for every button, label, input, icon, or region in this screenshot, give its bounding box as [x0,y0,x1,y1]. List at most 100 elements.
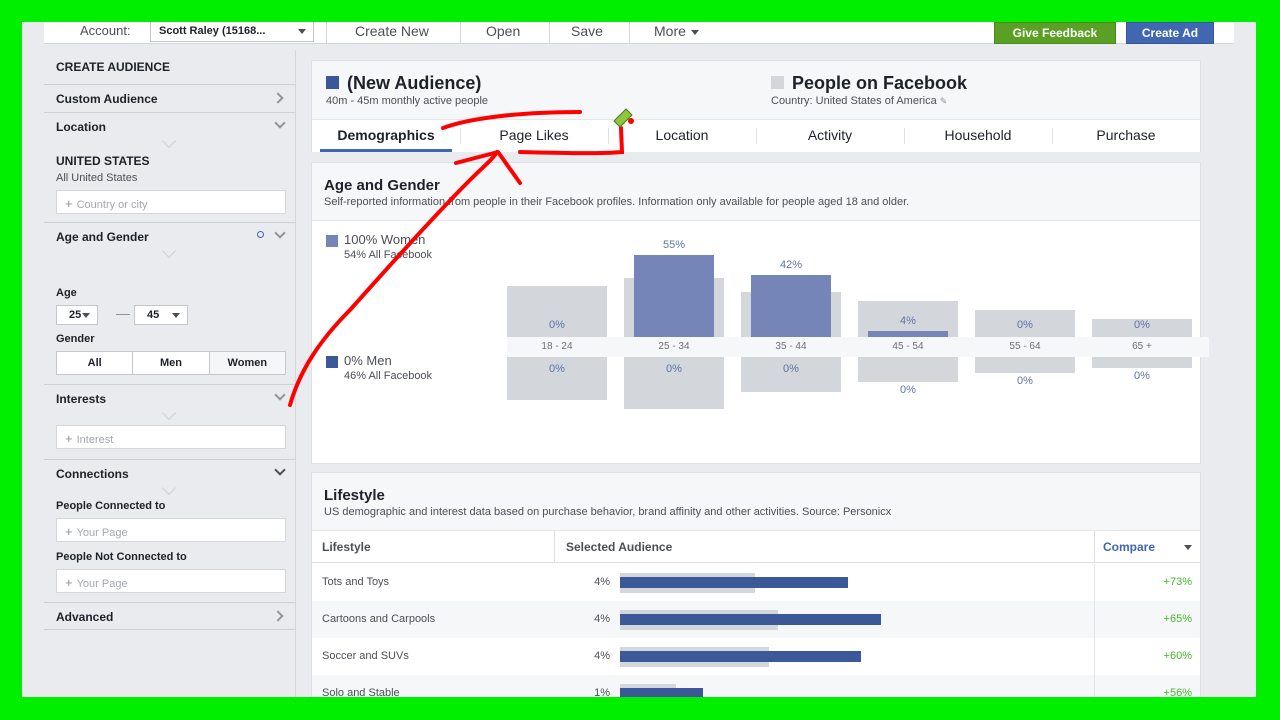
interests-section[interactable]: Interests [44,384,296,421]
divider [1094,531,1095,563]
women-percent-label: 0% [549,319,565,331]
tab-page-likes[interactable]: Page Likes [460,120,608,152]
tab-activity[interactable]: Activity [756,120,904,152]
age-range-label: 45 - 54 [892,341,924,352]
age-range-label: 25 - 34 [658,341,690,352]
compare-value: +60% [1163,650,1192,662]
lifestyle-table-header: Lifestyle Selected Audience Compare [312,531,1200,563]
women-percent-label: 0% [1134,319,1150,331]
section-label: Interests [56,392,107,406]
facebook-title-text: People on Facebook [792,73,968,93]
tab-location[interactable]: Location [608,120,756,152]
chevron-down-icon [298,29,306,34]
people-not-connected-input[interactable]: + Your Page [56,569,286,593]
audience-women-bar [751,275,831,337]
create-ad-button[interactable]: Create Ad [1126,22,1214,44]
open-button[interactable]: Open [486,23,520,39]
gender-label: Gender [56,333,95,345]
advanced-section[interactable]: Advanced [44,602,296,630]
section-label: Advanced [56,610,114,624]
women-percent-label: 0% [1017,319,1033,331]
men-percent-label: 0% [783,363,799,375]
age-gender-section[interactable]: Age and Gender [44,222,296,259]
tab-demographics[interactable]: Demographics [312,120,460,152]
lifestyle-name: Cartoons and Carpools [322,613,436,625]
age-min-select[interactable]: 25 [56,305,98,325]
divider [554,531,555,563]
people-not-connected-label: People Not Connected to [56,551,187,563]
facebook-country-text: Country: United States of America [771,95,937,107]
people-connected-input[interactable]: + Your Page [56,518,286,542]
card-title: Lifestyle [324,487,385,504]
men-percent-label: 0% [900,384,916,396]
plus-icon: + [65,431,73,446]
compare-dropdown[interactable]: Compare [1103,540,1155,554]
audience-title-text: (New Audience) [347,73,482,93]
plus-icon: + [65,524,73,539]
men-legend-swatch [326,356,338,368]
chevron-down-icon [274,464,286,476]
pencil-icon[interactable]: ✎ [940,96,948,106]
card-description: Self-reported information from people in… [324,196,910,208]
lifestyle-percent: 4% [594,613,610,625]
facebook-men-bar [975,357,1075,373]
women-legend-swatch [326,235,338,247]
compare-value: +56% [1163,687,1192,697]
facebook-men-bar [1092,357,1192,368]
give-feedback-button[interactable]: Give Feedback [994,22,1116,44]
age-range-dash [116,314,130,315]
account-select[interactable]: Scott Raley (15168... [150,22,314,42]
connections-section[interactable]: Connections [44,459,296,496]
audience-women-bar [634,255,714,337]
gender-all-button[interactable]: All [57,352,134,374]
men-percent-label: 0% [549,363,565,375]
gender-women-button[interactable]: Women [209,352,285,374]
lifestyle-percent: 4% [594,650,610,662]
gender-men-button[interactable]: Men [133,352,210,374]
top-toolbar: Account: Scott Raley (15168... Create Ne… [44,22,1234,44]
age-range-label: 55 - 64 [1009,341,1041,352]
lifestyle-name: Solo and Stable [322,687,400,697]
section-label: Connections [56,467,129,481]
chevron-down-icon[interactable] [1184,545,1192,550]
create-new-button[interactable]: Create New [355,23,429,39]
facebook-country: Country: United States of America ✎ [771,95,947,107]
audience-color-swatch [326,76,339,89]
tab-purchase[interactable]: Purchase [1052,120,1200,152]
chevron-down-icon [274,389,286,401]
women-percent-label: 42% [779,259,803,271]
chevron-right-icon [272,92,284,104]
account-value: Scott Raley (15168... [159,25,266,37]
women-legend-sub: 54% All Facebook [344,249,433,261]
plus-icon: + [65,196,73,211]
card-title: Age and Gender [324,177,440,194]
section-label: Custom Audience [56,92,158,106]
age-max-select[interactable]: 45 [134,305,188,325]
save-button[interactable]: Save [571,23,603,39]
location-country-sub: All United States [56,172,138,184]
more-button[interactable]: More [654,23,699,39]
location-input[interactable]: + Country or city [56,190,286,214]
interest-input[interactable]: + Interest [56,425,286,449]
women-legend-label: 100% Women [344,232,426,247]
card-header: Lifestyle US demographic and interest da… [312,473,1200,531]
info-icon[interactable] [257,231,264,238]
table-row: Soccer and SUVs 4% +60% [312,638,1200,675]
divider [549,22,550,44]
insights-tabs: Demographics Page Likes Location Activit… [312,119,1200,152]
tab-household[interactable]: Household [904,120,1052,152]
chevron-down-icon [274,117,286,129]
divider [1094,638,1095,675]
location-section[interactable]: Location [44,112,296,149]
audience-bar [620,577,848,588]
custom-audience-section[interactable]: Custom Audience [44,84,296,112]
section-pointer [161,480,177,496]
audience-header-card: (New Audience) 40m - 45m monthly active … [311,60,1201,152]
men-legend-label: 0% Men [344,353,392,368]
compare-value: +73% [1163,576,1192,588]
men-percent-label: 0% [666,363,682,375]
account-label: Account: [80,23,131,38]
women-percent-label: 55% [662,239,686,251]
chevron-down-icon [82,313,90,318]
age-range-label: 18 - 24 [541,341,573,352]
